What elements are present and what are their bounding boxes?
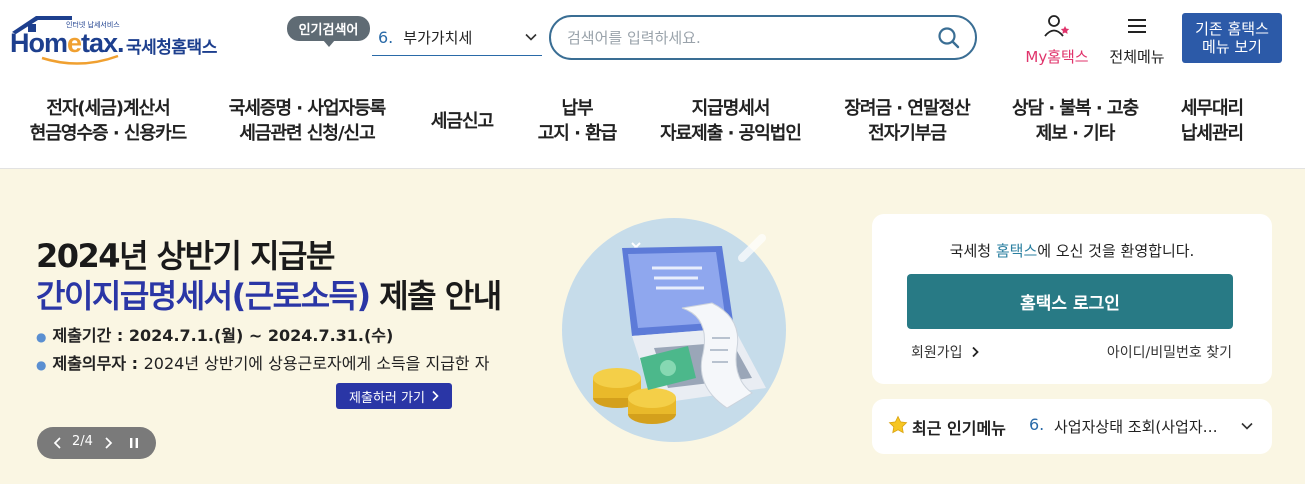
main-navigation: 전자(세금)계산서 현금영수증 · 신용카드 국세증명 · 사업자등록 세금관련…: [0, 80, 1305, 169]
slide-counter: 2/4: [72, 434, 93, 449]
gnb-item-line2: 자료제출 · 공익법인: [660, 123, 802, 144]
banner-submit-label: 제출하러 가기: [349, 390, 425, 406]
welcome-pre: 국세청: [949, 242, 996, 260]
hometax-logo[interactable]: 인터넷 납세서비스 Hometax. 국세청홈택스: [10, 14, 225, 66]
laptop-payment-illustration: [562, 218, 786, 442]
popular-search-badge: 인기검색어: [287, 16, 370, 47]
banner-period: ● 제출기간 : 2024.7.1.(월) ~ 2024.7.31.(수): [36, 322, 393, 346]
gnb-item-e-invoice[interactable]: 전자(세금)계산서 현금영수증 · 신용카드: [29, 96, 187, 146]
chevron-down-icon[interactable]: [1240, 419, 1254, 433]
pause-icon[interactable]: [127, 436, 141, 450]
search-input[interactable]: [567, 26, 927, 50]
gnb-item-incentive[interactable]: 장려금 · 연말정산 전자기부금: [841, 96, 973, 146]
welcome-message: 국세청 홈택스에 오신 것을 환영합니다.: [872, 240, 1272, 261]
chevron-left-icon[interactable]: [51, 435, 65, 451]
gnb-item-line2: 납세관리: [1180, 123, 1244, 144]
gnb-item-payment-statement[interactable]: 지급명세서 자료제출 · 공익법인: [657, 96, 804, 146]
legacy-menu-line1: 기존 홈택스: [1195, 20, 1269, 38]
banner-obligor: ● 제출의무자 : 2024년 상반기에 상용근로자에게 소득을 지급한 자: [36, 350, 489, 374]
gnb-item-tax-filing[interactable]: 세금신고: [428, 109, 496, 134]
gnb-item-line1: 납부: [561, 98, 593, 119]
all-menu-button[interactable]: 전체메뉴: [1104, 14, 1170, 66]
my-hometax-button[interactable]: My홈택스: [1017, 14, 1097, 66]
popular-search-rank: 6.: [378, 28, 394, 47]
bullet-dot: ●: [36, 358, 47, 372]
login-card: 국세청 홈택스에 오신 것을 환영합니다. 홈택스 로그인 회원가입 아이디/비…: [872, 214, 1272, 384]
popular-menu-rank: 6.: [1029, 415, 1045, 434]
gnb-item-line2: 제보 · 기타: [1035, 123, 1116, 144]
user-icon: [1044, 15, 1070, 37]
gnb-item-line2: 현금영수증 · 신용카드: [29, 123, 187, 144]
slider-controls: 2/4: [37, 427, 156, 459]
popular-menu-item: 사업자상태 조회(사업자등록번호): [1054, 418, 1224, 436]
period-label: 제출기간 :: [52, 326, 129, 345]
welcome-brand: 홈택스: [995, 242, 1038, 260]
chevron-right-icon[interactable]: [101, 435, 115, 451]
gnb-item-payment[interactable]: 납부 고지 · 환급: [535, 96, 619, 146]
welcome-post: 에 오신 것을 환영합니다.: [1037, 242, 1195, 260]
chevron-right-icon: [432, 390, 439, 402]
hero-section: 2024년 상반기 지급분 간이지급명세서(근로소득) 제출 안내 ● 제출기간 …: [0, 169, 1305, 484]
popular-search-dropdown[interactable]: 6. 부가가치세: [372, 20, 542, 56]
bullet-dot: ●: [36, 330, 47, 344]
gnb-item-line1: 전자(세금)계산서: [46, 98, 170, 119]
period-value: 2024.7.1.(월) ~ 2024.7.31.(수): [128, 326, 394, 345]
gnb-item-line1: 세금신고: [430, 111, 494, 132]
popular-search-term: 부가가치세: [403, 29, 473, 47]
search-bar: [549, 15, 977, 60]
search-icon[interactable]: [937, 26, 961, 50]
banner-submit-button[interactable]: 제출하러 가기: [336, 383, 452, 409]
signup-link[interactable]: 회원가입: [911, 342, 979, 362]
all-menu-label: 전체메뉴: [1109, 48, 1165, 66]
banner-title-rest: 제출 안내: [369, 277, 502, 315]
star-icon: [888, 415, 908, 434]
top-bar: 인터넷 납세서비스 Hometax. 국세청홈택스 인기검색어 6. 부가가치세…: [0, 0, 1305, 80]
signup-label: 회원가입: [911, 345, 963, 361]
chevron-right-icon: [971, 346, 979, 358]
legacy-menu-button[interactable]: 기존 홈택스 메뉴 보기: [1182, 13, 1282, 63]
hamburger-icon: [1128, 19, 1146, 33]
my-hometax-label: My홈택스: [1025, 48, 1089, 66]
gnb-item-line1: 국세증명 · 사업자등록: [228, 98, 386, 119]
obligor-label: 제출의무자 :: [52, 354, 144, 373]
obligor-value: 2024년 상반기에 상용근로자에게 소득을 지급한 자: [143, 354, 490, 373]
popular-menu-title: 최근 인기메뉴: [912, 419, 1006, 438]
gnb-item-line1: 지급명세서: [691, 98, 771, 119]
popular-menu-card[interactable]: 최근 인기메뉴 6. 사업자상태 조회(사업자등록번호): [872, 399, 1272, 454]
banner-title-accent: 간이지급명세서(근로소득): [36, 277, 371, 315]
gnb-item-consulting[interactable]: 상담 · 불복 · 고충 제보 · 기타: [1010, 96, 1140, 146]
gnb-item-line2: 고지 · 환급: [537, 123, 618, 144]
logo-swoosh: [41, 54, 119, 65]
chevron-down-icon: [525, 33, 537, 41]
gnb-item-line1: 세무대리: [1180, 98, 1244, 119]
gnb-item-line1: 상담 · 불복 · 고충: [1011, 98, 1139, 119]
logo-korean-name: 국세청홈택스: [126, 38, 217, 58]
find-id-password-link[interactable]: 아이디/비밀번호 찾기: [1107, 342, 1232, 362]
gnb-item-certificates[interactable]: 국세증명 · 사업자등록 세금관련 신청/신고: [226, 96, 388, 146]
gnb-item-line2: 세금관련 신청/신고: [239, 123, 375, 144]
gnb-item-tax-agent[interactable]: 세무대리 납세관리: [1176, 96, 1248, 146]
banner-title-line2: 간이지급명세서(근로소득) 제출 안내: [36, 271, 502, 317]
login-button[interactable]: 홈택스 로그인: [907, 274, 1233, 329]
gnb-item-line2: 전자기부금: [868, 123, 947, 144]
legacy-menu-line2: 메뉴 보기: [1202, 38, 1262, 56]
gnb-item-line1: 장려금 · 연말정산: [844, 98, 970, 119]
